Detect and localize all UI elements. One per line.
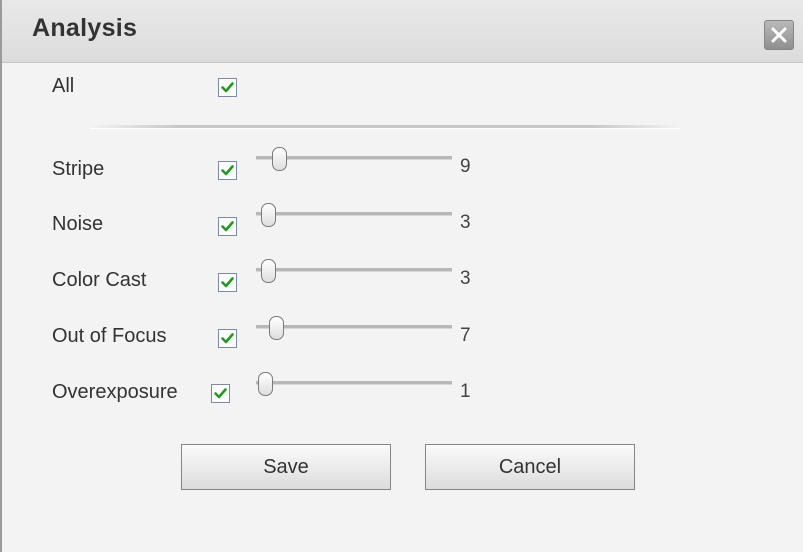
stripe-label: Stripe (52, 158, 105, 180)
analysis-dialog: Analysis All Stripe 9 Noise 3 Color Cast… (0, 0, 803, 552)
overexposure-label: Overexposure (52, 381, 178, 403)
checkmark-icon (221, 221, 234, 232)
stripe-value: 9 (460, 156, 471, 177)
overexposure-slider[interactable] (256, 372, 452, 396)
cancel-button[interactable]: Cancel (425, 444, 635, 490)
divider (90, 125, 680, 129)
checkmark-icon (214, 388, 227, 399)
dialog-titlebar: Analysis (2, 0, 803, 63)
slider-thumb[interactable] (258, 372, 273, 396)
out-of-focus-value: 7 (460, 325, 471, 346)
noise-value: 3 (460, 212, 471, 233)
color-cast-slider[interactable] (256, 259, 452, 283)
slider-thumb[interactable] (269, 316, 284, 340)
out-of-focus-slider[interactable] (256, 316, 452, 340)
checkmark-icon (221, 333, 234, 344)
slider-thumb[interactable] (261, 203, 276, 227)
all-label: All (52, 75, 75, 97)
noise-checkbox[interactable] (218, 217, 237, 236)
checkmark-icon (221, 82, 234, 93)
slider-track (256, 381, 452, 385)
checkmark-icon (221, 165, 234, 176)
color-cast-checkbox[interactable] (218, 273, 237, 292)
save-button[interactable]: Save (181, 444, 391, 490)
close-icon (771, 27, 787, 43)
close-button[interactable] (764, 20, 794, 50)
out-of-focus-label: Out of Focus (52, 325, 167, 347)
slider-thumb[interactable] (272, 147, 287, 171)
overexposure-checkbox[interactable] (211, 384, 230, 403)
dialog-title: Analysis (32, 14, 138, 42)
slider-track (256, 212, 452, 216)
color-cast-value: 3 (460, 268, 471, 289)
color-cast-label: Color Cast (52, 269, 147, 291)
stripe-slider[interactable] (256, 147, 452, 171)
dialog-content: All Stripe 9 Noise 3 Color Cast 3 Out of… (2, 63, 803, 552)
out-of-focus-checkbox[interactable] (218, 329, 237, 348)
overexposure-value: 1 (460, 381, 471, 402)
slider-track (256, 325, 452, 329)
slider-thumb[interactable] (261, 259, 276, 283)
noise-slider[interactable] (256, 203, 452, 227)
checkmark-icon (221, 277, 234, 288)
slider-track (256, 268, 452, 272)
stripe-checkbox[interactable] (218, 161, 237, 180)
noise-label: Noise (52, 213, 104, 235)
all-checkbox[interactable] (218, 78, 237, 97)
